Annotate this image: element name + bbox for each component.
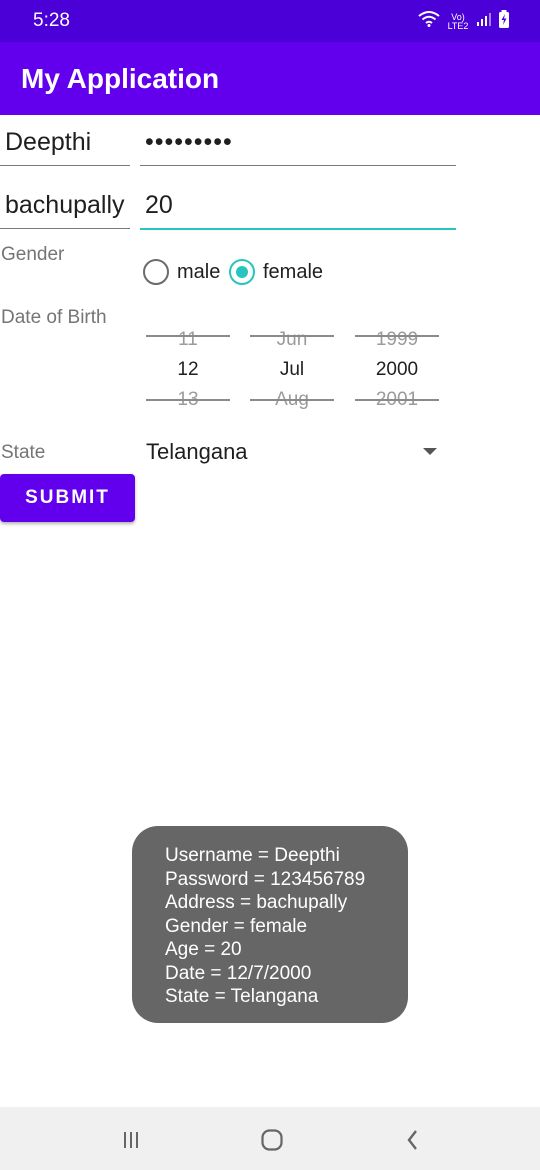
network-bottom-text: LTE2 bbox=[447, 20, 469, 31]
status-time: 5:28 bbox=[33, 10, 70, 31]
month-selected[interactable]: Jul bbox=[250, 359, 334, 381]
app-bar: My Application bbox=[0, 42, 540, 115]
submit-button[interactable]: SUBMIT bbox=[0, 474, 135, 522]
year-prev[interactable]: 1999 bbox=[355, 329, 439, 351]
month-divider-bottom bbox=[250, 399, 334, 401]
radio-male-label: male bbox=[177, 260, 221, 283]
toast-line-password: Password = 123456789 bbox=[165, 868, 366, 890]
radio-male-circle-icon[interactable] bbox=[143, 259, 169, 285]
toast-line-age: Age = 20 bbox=[165, 939, 242, 960]
state-label: State bbox=[1, 442, 46, 463]
radio-female-circle-icon[interactable] bbox=[229, 259, 255, 285]
year-selected[interactable]: 2000 bbox=[355, 359, 439, 381]
day-prev[interactable]: 11 bbox=[146, 329, 230, 351]
radio-female-label: female bbox=[263, 260, 324, 283]
username-field[interactable]: Deepthi bbox=[0, 128, 130, 166]
back-icon[interactable] bbox=[398, 1125, 428, 1155]
day-divider-top bbox=[146, 335, 230, 337]
month-divider-top bbox=[250, 335, 334, 337]
wifi-icon bbox=[418, 11, 440, 32]
dropdown-arrow-icon[interactable] bbox=[423, 448, 437, 455]
day-divider-bottom bbox=[146, 399, 230, 401]
month-picker[interactable]: Jun Jul Aug bbox=[250, 326, 334, 416]
recent-apps-icon[interactable] bbox=[116, 1125, 146, 1155]
toast-line-username: Username = Deepthi bbox=[165, 845, 340, 866]
age-field[interactable]: 20 bbox=[140, 191, 456, 230]
radio-female[interactable]: female bbox=[229, 259, 323, 285]
day-selected[interactable]: 12 bbox=[146, 359, 230, 381]
toast-line-date: Date = 12/7/2000 bbox=[165, 962, 312, 984]
app-title: My Application bbox=[21, 63, 220, 94]
toast-line-gender: Gender = female bbox=[165, 915, 308, 937]
year-divider-top bbox=[355, 335, 439, 337]
year-divider-bottom bbox=[355, 399, 439, 401]
password-field[interactable]: ••••••••• bbox=[140, 128, 456, 166]
toast-message: Username = Deepthi Password = 123456789 … bbox=[132, 826, 408, 1023]
state-spinner[interactable]: Telangana bbox=[146, 439, 248, 465]
status-bar: 5:28 Vo) LTE2 bbox=[0, 0, 540, 42]
radio-male[interactable]: male bbox=[143, 259, 220, 285]
year-picker[interactable]: 1999 2000 2001 bbox=[355, 326, 439, 416]
address-field[interactable]: bachupally bbox=[0, 191, 130, 229]
toast-line-state: State = Telangana bbox=[165, 986, 319, 1007]
toast-line-address: Address = bachupally bbox=[165, 892, 348, 913]
month-prev[interactable]: Jun bbox=[250, 329, 334, 351]
status-icons: Vo) LTE2 bbox=[418, 10, 510, 33]
day-picker[interactable]: 11 12 13 bbox=[146, 326, 230, 416]
app-screen: 5:28 Vo) LTE2 My Application Deepthi •••… bbox=[0, 0, 540, 1170]
dob-label: Date of Birth bbox=[1, 307, 107, 328]
signal-icon bbox=[476, 11, 492, 32]
battery-charging-icon bbox=[498, 10, 510, 33]
navigation-bar bbox=[0, 1107, 540, 1170]
gender-label: Gender bbox=[1, 244, 65, 265]
home-icon[interactable] bbox=[257, 1125, 287, 1155]
network-type-label: Vo) LTE2 bbox=[446, 12, 470, 31]
